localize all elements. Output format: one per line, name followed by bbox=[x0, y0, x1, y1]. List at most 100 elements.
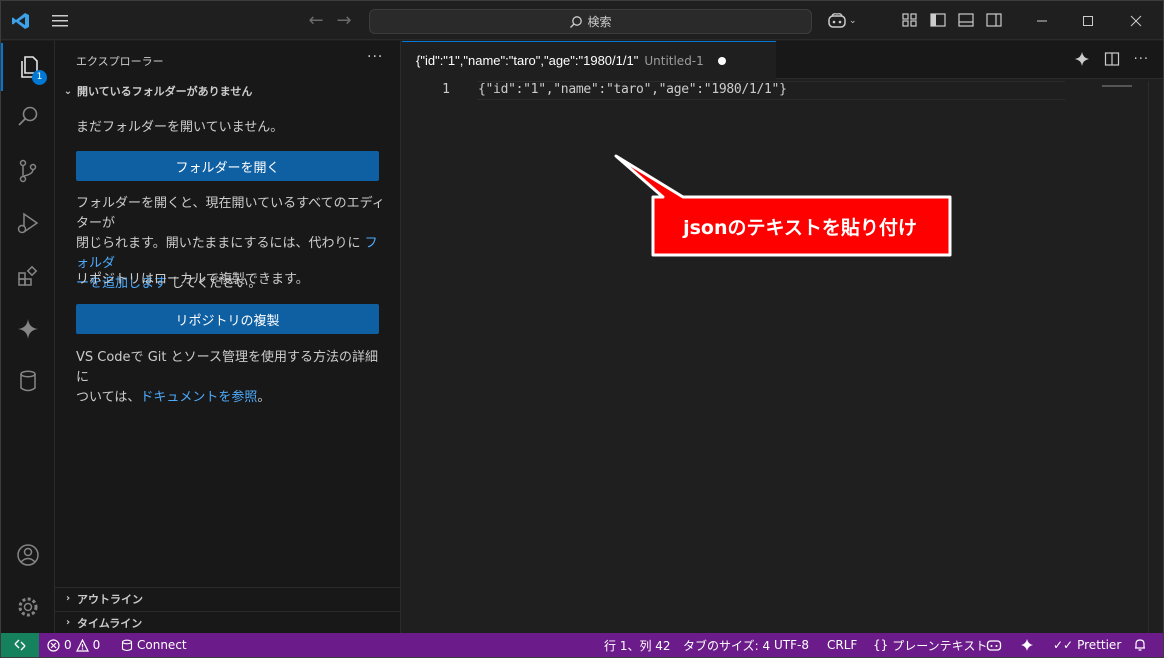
toggle-secondary-sidebar-icon[interactable] bbox=[985, 11, 1003, 29]
info-line-2-text: 閉じられます。開いたままにするには、代わりに bbox=[76, 236, 365, 251]
timeline-section-header[interactable]: › タイムライン bbox=[55, 611, 401, 633]
clone-repository-button[interactable]: リポジトリの複製 bbox=[76, 304, 379, 334]
tab-untitled-1[interactable]: {"id":"1","name":"taro","age":"1980/1/1"… bbox=[402, 41, 776, 79]
connect-button[interactable]: Connect bbox=[121, 633, 187, 657]
vscode-window: ← → 検索 ⌄ 1 エクスプローラー ··· ⌄ 開いているフォルダーがありま… bbox=[0, 0, 1164, 658]
maximize-button[interactable] bbox=[1065, 1, 1111, 40]
git-line-2: ついては、ドキュメントを参照。 bbox=[76, 388, 386, 408]
source-control-icon bbox=[19, 159, 37, 183]
title-bar: ← → 検索 ⌄ bbox=[1, 1, 1163, 40]
maximize-icon bbox=[1083, 15, 1093, 26]
vertical-scrollbar[interactable] bbox=[1148, 81, 1162, 633]
layout-controls bbox=[901, 11, 1003, 29]
copilot-status[interactable] bbox=[986, 633, 1002, 657]
search-placeholder: 検索 bbox=[587, 15, 612, 29]
hamburger-menu-icon[interactable] bbox=[51, 13, 69, 29]
more-actions-icon[interactable]: ··· bbox=[367, 49, 383, 65]
git-line-1: VS Codeで Git とソース管理を使用する方法の詳細に bbox=[76, 350, 378, 385]
info-line-2: 閉じられます。開いたままにするには、代わりに フォルダ bbox=[76, 234, 386, 274]
sidebar-title: エクスプローラー bbox=[76, 55, 164, 68]
toggle-panel-icon[interactable] bbox=[957, 11, 975, 29]
end-of-line[interactable]: CRLF bbox=[827, 633, 857, 657]
copilot-menu-button[interactable]: ⌄ bbox=[827, 10, 861, 32]
notifications-button[interactable] bbox=[1133, 633, 1147, 657]
run-debug-icon bbox=[17, 212, 39, 234]
activity-run-debug[interactable] bbox=[1, 199, 55, 247]
warning-icon bbox=[75, 638, 89, 652]
activity-manage[interactable] bbox=[1, 583, 55, 631]
minimap[interactable] bbox=[1102, 85, 1132, 87]
activity-search[interactable] bbox=[1, 93, 55, 141]
outline-label: アウトライン bbox=[77, 592, 143, 606]
status-bar: 0 0 Connect 行 1、列 42 タブのサイズ: 4 UTF-8 CRL… bbox=[1, 633, 1163, 657]
activity-extensions[interactable] bbox=[1, 253, 55, 301]
editor-tabs: {"id":"1","name":"taro","age":"1980/1/1"… bbox=[402, 41, 1163, 79]
no-folder-section-header[interactable]: ⌄ 開いているフォルダーがありません bbox=[55, 81, 401, 101]
clone-repository-label: リポジトリの複製 bbox=[175, 313, 280, 329]
account-icon bbox=[17, 544, 39, 566]
explorer-badge: 1 bbox=[32, 70, 47, 85]
editor-area: {"id":"1","name":"taro","age":"1980/1/1"… bbox=[402, 41, 1163, 633]
callout-text: jsonのテキストを貼り付け bbox=[683, 216, 917, 239]
code-text[interactable]: {"id":"1","name":"taro","age":"1980/1/1"… bbox=[478, 82, 787, 97]
copilot-icon bbox=[828, 13, 846, 28]
no-folder-text: まだフォルダーを開いていません。 bbox=[76, 120, 284, 135]
encoding[interactable]: UTF-8 bbox=[774, 633, 809, 657]
remote-icon bbox=[14, 639, 26, 651]
git-info: VS Codeで Git とソース管理を使用する方法の詳細に ついては、ドキュメ… bbox=[76, 348, 386, 408]
toggle-primary-sidebar-icon[interactable] bbox=[929, 11, 947, 29]
warning-count: 0 bbox=[92, 638, 101, 652]
activity-explorer[interactable]: 1 bbox=[1, 43, 55, 91]
braces-icon: {} bbox=[873, 638, 889, 652]
copilot-icon bbox=[986, 640, 1002, 651]
connect-label: Connect bbox=[137, 638, 187, 652]
outline-section-header[interactable]: › アウトライン bbox=[55, 587, 401, 609]
minimize-button[interactable] bbox=[1019, 1, 1065, 40]
error-icon bbox=[47, 638, 60, 652]
chevron-right-icon: › bbox=[65, 617, 71, 628]
activity-database[interactable] bbox=[1, 357, 55, 405]
chevron-right-icon: › bbox=[65, 593, 71, 604]
database-icon bbox=[121, 639, 133, 651]
customize-layout-icon[interactable] bbox=[901, 11, 919, 29]
info-line-1: フォルダーを開くと、現在開いているすべてのエディターが bbox=[76, 196, 385, 231]
language-label: プレーンテキスト bbox=[892, 638, 988, 653]
remote-indicator[interactable] bbox=[1, 633, 39, 657]
prettier-status[interactable]: ✓✓ Prettier bbox=[1053, 633, 1121, 657]
cursor-position[interactable]: 行 1、列 42 bbox=[604, 633, 671, 657]
close-button[interactable] bbox=[1113, 1, 1159, 40]
error-count: 0 bbox=[64, 638, 72, 652]
minimize-icon bbox=[1037, 20, 1047, 21]
activity-copilot-chat[interactable] bbox=[1, 305, 55, 353]
problems-indicator[interactable]: 0 0 bbox=[47, 633, 100, 657]
section-title: 開いているフォルダーがありません bbox=[77, 85, 253, 98]
activity-source-control[interactable] bbox=[1, 147, 55, 195]
back-arrow-icon[interactable]: ← bbox=[306, 11, 326, 31]
language-mode[interactable]: {} プレーンテキスト bbox=[873, 633, 987, 657]
vscode-logo-icon bbox=[12, 13, 29, 29]
activity-accounts[interactable] bbox=[1, 531, 55, 579]
timeline-label: タイムライン bbox=[77, 616, 143, 630]
sparkle-icon bbox=[18, 319, 38, 339]
forward-arrow-icon[interactable]: → bbox=[334, 11, 354, 31]
sparkle-icon[interactable] bbox=[1074, 51, 1090, 67]
split-editor-icon[interactable] bbox=[1104, 51, 1120, 67]
git-line-2-text: ついては、 bbox=[76, 390, 141, 405]
line-number: 1 bbox=[442, 82, 450, 97]
tab-size[interactable]: タブのサイズ: 4 bbox=[683, 633, 770, 657]
tab-title: {"id":"1","name":"taro","age":"1980/1/1" bbox=[416, 53, 639, 68]
explorer-sidebar: エクスプローラー ··· ⌄ 開いているフォルダーがありません まだフォルダーを… bbox=[55, 41, 401, 633]
editor-actions: ··· bbox=[1074, 51, 1149, 67]
prettier-label: Prettier bbox=[1077, 638, 1122, 652]
tab-description: Untitled-1 bbox=[644, 53, 704, 68]
search-icon bbox=[570, 15, 583, 28]
extensions-icon bbox=[18, 265, 38, 286]
chat-status[interactable] bbox=[1020, 633, 1034, 657]
unsaved-dot-icon[interactable] bbox=[717, 56, 726, 65]
open-folder-button[interactable]: フォルダーを開く bbox=[76, 151, 379, 181]
more-actions-icon[interactable]: ··· bbox=[1134, 52, 1149, 67]
close-icon bbox=[1130, 15, 1142, 26]
docs-link[interactable]: ドキュメントを参照 bbox=[140, 390, 257, 405]
search-icon bbox=[18, 106, 38, 126]
command-center-search[interactable]: 検索 bbox=[369, 9, 812, 34]
